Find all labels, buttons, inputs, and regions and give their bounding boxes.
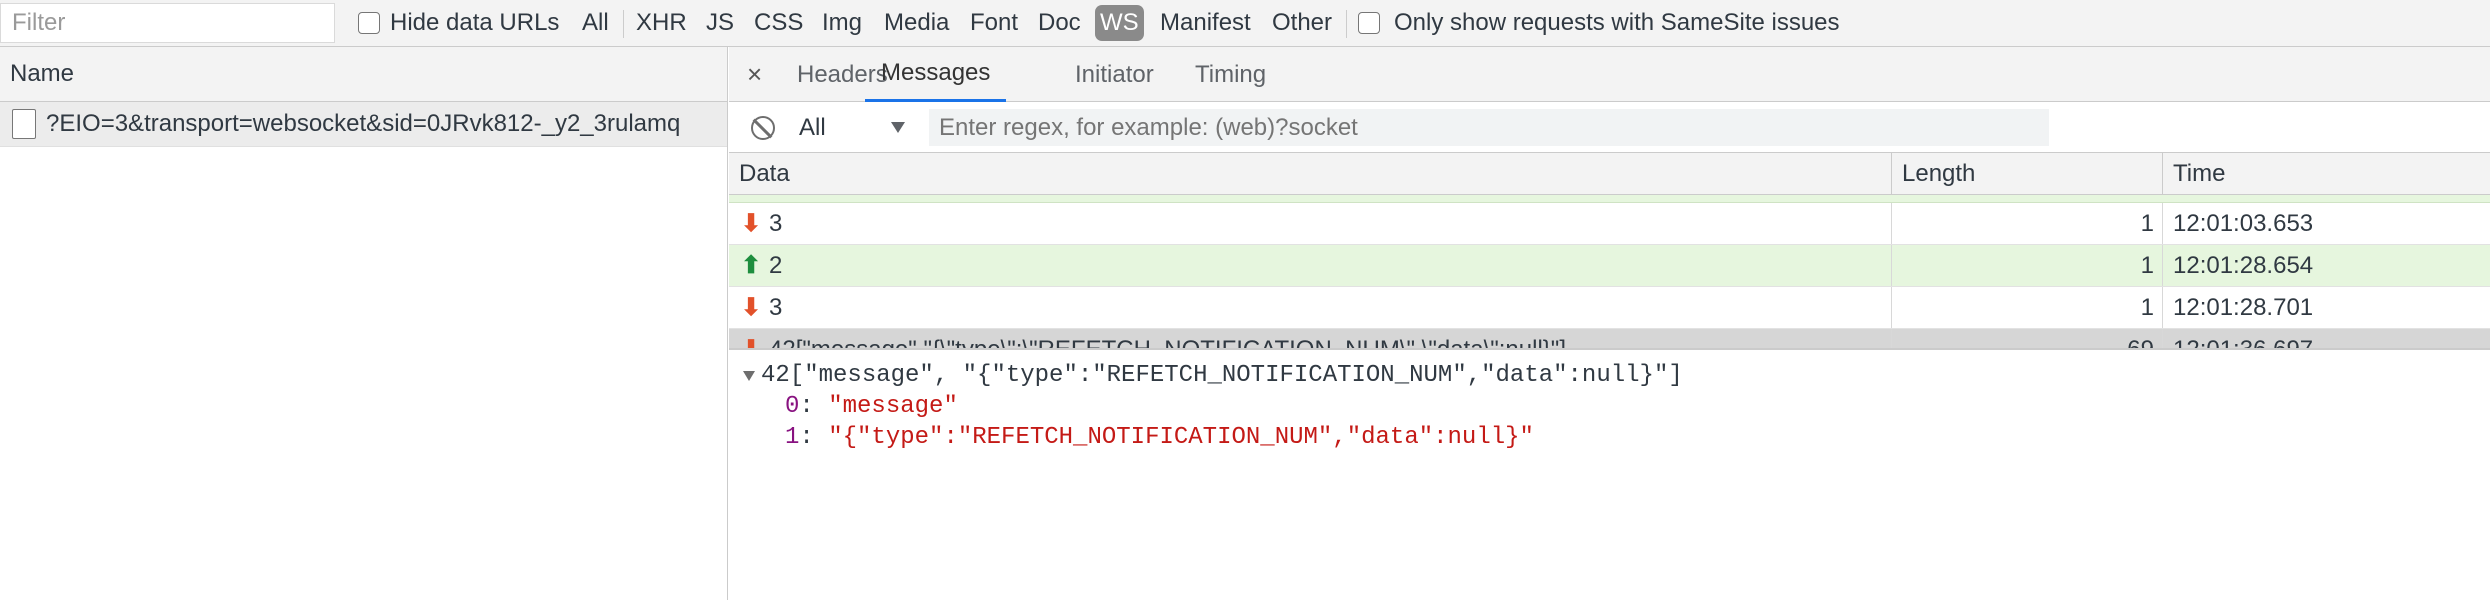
document-icon (12, 109, 36, 139)
hide-data-urls-toggle[interactable]: Hide data URLs (358, 0, 559, 46)
message-time-cell: 12:01:28.654 (2173, 251, 2314, 279)
message-rows: ⬇ 3 1 12:01:03.653 ⬆ 2 1 12:01:28.654 ⬇ 3 1 12:01:2… (729, 203, 2490, 348)
message-data-cell: ⬇ 3 (729, 203, 1892, 244)
down-arrow-icon: ⬇ (741, 210, 762, 237)
up-arrow-icon: ⬆ (741, 252, 762, 279)
tab-messages[interactable]: Messages (865, 47, 1007, 102)
filter-type-manifest[interactable]: Manifest (1160, 0, 1251, 46)
expand-triangle-icon[interactable] (743, 370, 755, 381)
filter-type-font[interactable]: Font (970, 0, 1018, 46)
message-data-text: 3 (769, 209, 783, 237)
preview-item: 1: "{"type":"REFETCH_NOTIFICATION_NUM","… (729, 422, 2490, 453)
filter-type-other[interactable]: Other (1272, 0, 1332, 46)
down-arrow-icon: ⬇ (741, 335, 761, 348)
message-data-text: 3 (769, 293, 783, 321)
partial-message-row (729, 195, 2490, 203)
samesite-toggle[interactable]: Only show requests with SameSite issues (1358, 0, 1840, 46)
request-list-panel: Name ?EIO=3&transport=websocket&sid=0JRv… (0, 47, 728, 600)
preview-summary: 42["message", "{"type":"REFETCH_NOTIFICA… (761, 362, 1683, 389)
data-column-header[interactable]: Data (729, 153, 1892, 194)
filter-type-xhr[interactable]: XHR (636, 0, 687, 46)
chevron-down-icon[interactable] (891, 122, 905, 133)
name-column-header[interactable]: Name (0, 47, 727, 102)
message-data-cell: ⬇ 3 (729, 287, 1892, 328)
message-regex-input[interactable] (929, 109, 2049, 146)
message-time-cell: 12:01:28.701 (2173, 293, 2314, 321)
message-preview: 42["message", "{"type":"REFETCH_NOTIFICA… (729, 348, 2490, 500)
filter-type-js[interactable]: JS (706, 0, 734, 46)
samesite-label: Only show requests with SameSite issues (1394, 9, 1840, 36)
close-icon: × (747, 59, 763, 89)
hide-data-urls-checkbox[interactable] (358, 12, 380, 34)
message-row[interactable]: ⬇ 3 1 12:01:28.701 (729, 287, 2490, 329)
message-time-cell: 12:01:36.697 (2163, 329, 2490, 349)
preview-item-key: 1 (785, 424, 800, 451)
messages-grid: Data Length Time ⬇ 3 1 12:01:03.653 ⬆ 2 1 12:01… (729, 153, 2490, 348)
message-length-cell: 1 (1892, 287, 2163, 328)
message-length-cell: 69 (1892, 329, 2163, 348)
message-row[interactable]: ⬆ 2 1 12:01:28.654 (729, 245, 2490, 287)
tab-timing[interactable]: Timing (1195, 47, 1266, 102)
down-arrow-icon: ⬇ (741, 294, 762, 321)
filter-type-doc[interactable]: Doc (1038, 0, 1081, 46)
messages-grid-header: Data Length Time (729, 153, 2490, 195)
filter-type-all[interactable]: All (582, 0, 609, 46)
filter-type-media[interactable]: Media (884, 0, 949, 46)
tab-initiator[interactable]: Initiator (1075, 47, 1154, 102)
network-filter-bar: Hide data URLs All XHR JS CSS Img Media … (0, 0, 2490, 47)
preview-item-value: "message" (828, 393, 958, 420)
preview-item: 0: "message" (729, 391, 2490, 422)
message-length-cell: 1 (1892, 203, 2163, 244)
close-detail-button[interactable]: × (747, 47, 762, 102)
message-data-text: 42["message","{\"type\":\"REFETCH_NOTIFI… (769, 336, 1566, 349)
filter-divider (1346, 10, 1347, 38)
samesite-checkbox[interactable] (1358, 12, 1380, 34)
length-column-header[interactable]: Length (1892, 153, 2163, 194)
detail-tab-bar: × Headers Messages Initiator Timing (729, 47, 2490, 102)
filter-type-ws-selected[interactable]: WS (1095, 5, 1144, 41)
hide-data-urls-label: Hide data URLs (390, 9, 560, 36)
preview-colon: : (799, 393, 829, 420)
message-time-cell: 12:01:03.653 (2173, 209, 2314, 237)
filter-type-img[interactable]: Img (822, 0, 862, 46)
message-row[interactable]: ⬇ 3 1 12:01:03.653 (729, 203, 2490, 245)
filter-divider (623, 10, 624, 38)
request-name: ?EIO=3&transport=websocket&sid=0JRvk812-… (46, 110, 681, 137)
message-row[interactable]: ⬇ 42["message","{\"type\":\"REFETCH_NOTIF… (729, 329, 2490, 348)
filter-type-ws[interactable]: WS (1095, 0, 1144, 46)
message-type-select[interactable]: All (799, 102, 826, 153)
preview-summary-line[interactable]: 42["message", "{"type":"REFETCH_NOTIFICA… (729, 360, 2490, 391)
request-detail-panel: × Headers Messages Initiator Timing All … (729, 47, 2490, 600)
request-row[interactable]: ?EIO=3&transport=websocket&sid=0JRvk812-… (0, 102, 727, 147)
time-column-header[interactable]: Time (2163, 153, 2490, 194)
filter-type-css[interactable]: CSS (754, 0, 803, 46)
filter-input[interactable] (0, 3, 335, 43)
messages-toolbar: All (729, 102, 2490, 153)
preview-item-key: 0 (785, 393, 800, 420)
preview-colon: : (799, 424, 829, 451)
message-data-text: 2 (769, 251, 783, 279)
clear-messages-icon[interactable] (751, 116, 775, 140)
preview-item-value: "{"type":"REFETCH_NOTIFICATION_NUM","dat… (828, 424, 1534, 451)
message-length-cell: 1 (1892, 245, 2163, 286)
message-data-cell: ⬆ 2 (729, 245, 1892, 286)
message-data-cell: ⬇ 42["message","{\"type\":\"REFETCH_NOTIF… (729, 329, 1892, 348)
